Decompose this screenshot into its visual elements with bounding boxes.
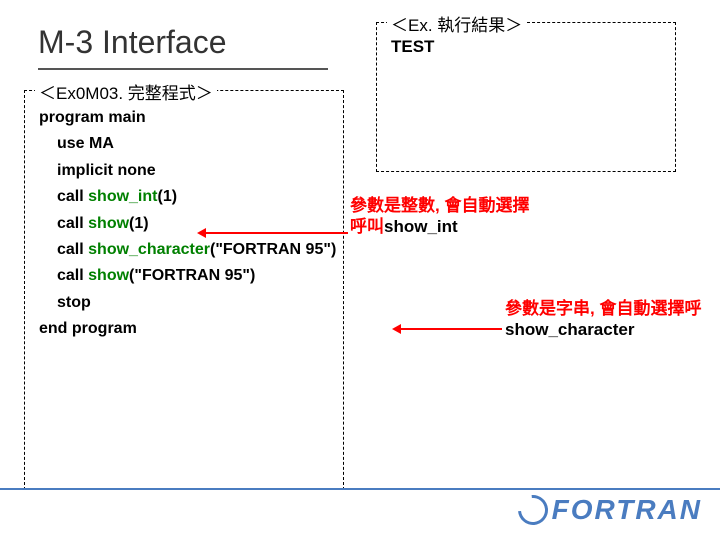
logo-swirl-icon <box>511 489 553 531</box>
annotation-int: 參數是整數, 會自動選擇呼叫show_int <box>350 195 540 238</box>
title-underline <box>38 68 328 70</box>
code-line: call show("FORTRAN 95") <box>39 263 333 289</box>
code-box: ＜Ex0M03. 完整程式＞ program main use MA impli… <box>24 90 344 490</box>
code-label: ＜Ex0M03. 完整程式＞ <box>35 79 217 104</box>
code-line: call show_character("FORTRAN 95") <box>39 237 333 263</box>
annotation-char: 參數是字串, 會自動選擇呼show_character <box>505 298 710 341</box>
code-content: program main use MA implicit none call s… <box>25 91 343 343</box>
code-line: use MA <box>39 131 333 157</box>
arrow-icon <box>205 232 348 234</box>
fortran-logo: FORTRAN <box>518 494 702 530</box>
code-line: call show_int(1) <box>39 184 333 210</box>
footer-divider <box>0 488 720 490</box>
code-line: program main <box>39 105 333 131</box>
code-line: stop <box>39 290 333 316</box>
page-title: M-3 Interface <box>38 24 227 61</box>
result-label: ＜Ex. 執行結果＞ <box>387 11 526 36</box>
arrow-icon <box>400 328 502 330</box>
code-line: end program <box>39 316 333 342</box>
result-box: ＜Ex. 執行結果＞ TEST <box>376 22 676 172</box>
code-line: implicit none <box>39 158 333 184</box>
